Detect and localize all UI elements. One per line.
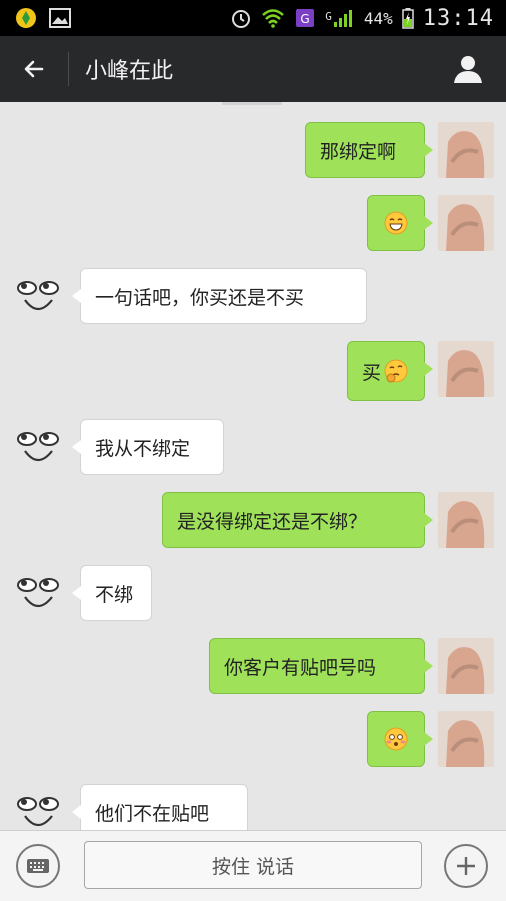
battery-charging-icon bbox=[401, 6, 415, 30]
thinking-emoji-icon bbox=[384, 359, 408, 383]
message-bubble[interactable]: 那绑定啊 bbox=[305, 122, 433, 178]
plus-icon bbox=[457, 857, 475, 875]
message-bubble[interactable]: 买 bbox=[347, 341, 433, 401]
message-text: 不绑 bbox=[95, 583, 134, 606]
keyboard-toggle-button[interactable] bbox=[16, 844, 60, 888]
keyboard-icon bbox=[27, 859, 49, 873]
my-avatar[interactable] bbox=[438, 638, 494, 694]
person-icon bbox=[454, 56, 482, 83]
message-bubble[interactable]: 不绑 bbox=[72, 565, 152, 621]
message-text: 是没得绑定还是不绑？ bbox=[177, 510, 368, 533]
friend-avatar[interactable] bbox=[14, 569, 64, 619]
my-avatar[interactable] bbox=[438, 122, 494, 178]
chat-header: 小峰在此 bbox=[0, 36, 506, 102]
message-text: 那绑定啊 bbox=[320, 140, 397, 163]
battery-percent: 44% bbox=[363, 8, 393, 28]
message-text: 我从不绑定 bbox=[95, 437, 191, 460]
my-avatar[interactable] bbox=[438, 492, 494, 548]
network-type: G bbox=[325, 9, 332, 23]
svg-text:G: G bbox=[301, 12, 310, 26]
header-divider bbox=[68, 52, 69, 86]
message-bubble[interactable]: 是没得绑定还是不绑？ bbox=[162, 492, 433, 548]
grin-emoji-icon bbox=[384, 211, 408, 235]
back-button[interactable] bbox=[0, 36, 68, 102]
more-options-button[interactable] bbox=[444, 844, 488, 888]
message-bubble[interactable] bbox=[367, 195, 433, 251]
message-text: 你客户有贴吧号吗 bbox=[224, 656, 377, 679]
message-bubble[interactable]: 一句话吧，你买还是不买 bbox=[72, 268, 367, 324]
message-bubble[interactable]: 我从不绑定 bbox=[72, 419, 224, 475]
message-bubble[interactable] bbox=[367, 711, 433, 767]
g-badge-icon: G bbox=[293, 6, 317, 30]
hold-to-talk-button[interactable]: 按住 说话 bbox=[84, 841, 422, 889]
signal-icon bbox=[332, 6, 356, 30]
input-bar: 按住 说话 bbox=[0, 830, 506, 901]
clock: 13:14 bbox=[422, 5, 494, 31]
status-bar: G G 44% 13:14 bbox=[0, 0, 506, 36]
message-bubble[interactable]: 你客户有贴吧号吗 bbox=[209, 638, 433, 694]
friend-avatar[interactable] bbox=[14, 272, 64, 322]
message-list[interactable]: 那绑定啊 一句话吧，你买还是不买 买 我从不绑定 是没得绑定还是不绑？ 不绑 你… bbox=[0, 102, 506, 830]
chat-info-button[interactable] bbox=[430, 36, 506, 102]
my-avatar[interactable] bbox=[438, 341, 494, 397]
image-icon bbox=[48, 6, 72, 30]
app-icon bbox=[14, 6, 38, 30]
friend-avatar[interactable] bbox=[14, 788, 64, 830]
message-text: 一句话吧，你买还是不买 bbox=[95, 286, 305, 309]
message-text: 买 bbox=[362, 361, 382, 384]
my-avatar[interactable] bbox=[438, 195, 494, 251]
message-bubble[interactable]: 他们不在贴吧 bbox=[72, 784, 248, 830]
page-title: 小峰在此 bbox=[85, 59, 174, 84]
flushed-emoji-icon bbox=[384, 727, 408, 751]
message-text: 他们不在贴吧 bbox=[95, 802, 210, 825]
alarm-icon bbox=[229, 6, 253, 30]
friend-avatar[interactable] bbox=[14, 423, 64, 473]
wifi-icon bbox=[261, 6, 285, 30]
my-avatar[interactable] bbox=[438, 711, 494, 767]
arrow-left-icon bbox=[24, 60, 44, 78]
